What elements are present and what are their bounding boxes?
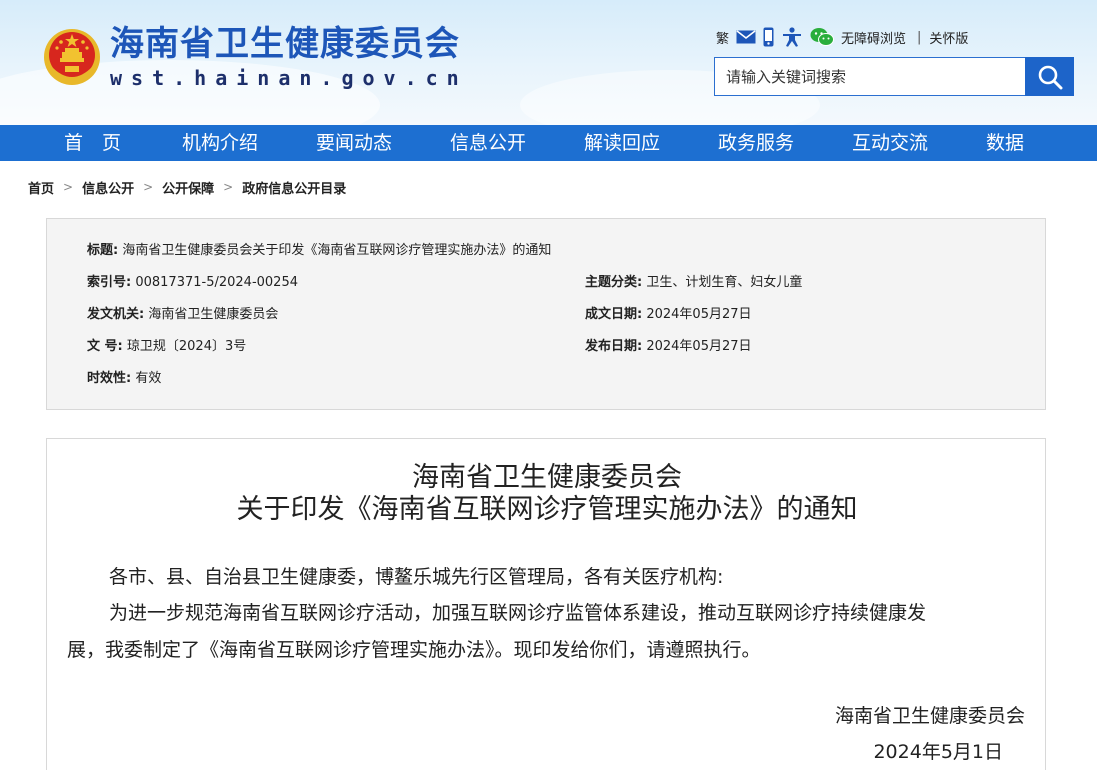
nav-item-interpretation[interactable]: 解读回应 <box>584 125 660 161</box>
breadcrumb-catalog[interactable]: 政府信息公开目录 <box>242 178 346 197</box>
site-domain[interactable]: wst.hainan.gov.cn <box>110 64 468 92</box>
document-signature-org: 海南省卫生健康委员会 <box>834 705 1025 727</box>
nav-item-home[interactable]: 首 页 <box>64 125 121 161</box>
mail-icon[interactable] <box>736 26 756 48</box>
nav-item-interaction[interactable]: 互动交流 <box>852 125 928 161</box>
meta-index-label: 索引号: <box>87 275 132 290</box>
breadcrumb-info-disclosure[interactable]: 信息公开 <box>82 178 134 197</box>
chevron-right-icon: > <box>223 180 234 194</box>
meta-doc-number-value: 琼卫规〔2024〕3号 <box>126 339 247 354</box>
toolbar-separator: | <box>917 29 922 45</box>
meta-title-label: 标题: <box>87 243 119 258</box>
accessible-browsing-link[interactable]: 无障碍浏览 <box>841 26 906 48</box>
meta-topic-label: 主题分类: <box>585 275 643 290</box>
document-signature-date: 2024年5月1日 <box>873 741 1003 763</box>
nav-item-services[interactable]: 政务服务 <box>718 125 794 161</box>
meta-published-value: 2024年05月27日 <box>646 339 752 354</box>
meta-published-label: 发布日期: <box>585 339 643 354</box>
meta-validity-label: 时效性: <box>87 371 132 386</box>
header-toolbar: 繁 无障碍浏览 | 关怀版 <box>716 26 975 48</box>
wechat-icon[interactable] <box>810 26 835 48</box>
search-input[interactable] <box>714 57 1025 96</box>
main-nav: 首 页 机构介绍 要闻动态 信息公开 解读回应 政务服务 互动交流 数据 <box>0 125 1097 161</box>
meta-title: 标题: 海南省卫生健康委员会关于印发《海南省互联网诊疗管理实施办法》的通知 <box>87 241 551 261</box>
breadcrumb: 首页 > 信息公开 > 公开保障 > 政府信息公开目录 <box>28 177 346 197</box>
meta-created-value: 2024年05月27日 <box>646 307 752 322</box>
search-bar <box>714 57 1074 96</box>
national-emblem-icon[interactable] <box>43 28 101 86</box>
document-metadata-box: 标题: 海南省卫生健康委员会关于印发《海南省互联网诊疗管理实施办法》的通知 索引… <box>46 218 1046 410</box>
meta-published-date: 发布日期: 2024年05月27日 <box>585 337 752 357</box>
document-title-line2: 关于印发《海南省互联网诊疗管理实施办法》的通知 <box>236 494 858 525</box>
chevron-right-icon: > <box>63 180 74 194</box>
nav-item-about[interactable]: 机构介绍 <box>182 125 258 161</box>
chevron-right-icon: > <box>143 180 154 194</box>
site-title[interactable]: 海南省卫生健康委员会 <box>110 22 460 66</box>
meta-index: 索引号: 00817371-5/2024-00254 <box>87 273 298 293</box>
search-button[interactable] <box>1025 57 1074 96</box>
meta-created-date: 成文日期: 2024年05月27日 <box>585 305 752 325</box>
breadcrumb-disclosure-guarantee[interactable]: 公开保障 <box>162 178 214 197</box>
meta-issuer: 发文机关: 海南省卫生健康委员会 <box>87 305 278 325</box>
meta-index-value: 00817371-5/2024-00254 <box>135 275 298 290</box>
meta-doc-number-label: 文 号: <box>87 339 123 354</box>
search-icon <box>1038 65 1062 89</box>
meta-created-label: 成文日期: <box>585 307 643 322</box>
nav-item-info-disclosure[interactable]: 信息公开 <box>450 125 526 161</box>
site-header: 海南省卫生健康委员会 wst.hainan.gov.cn 繁 无障碍浏览 | 关… <box>0 0 1097 125</box>
document-body-line2: 展，我委制定了《海南省互联网诊疗管理实施办法》。现印发给你们，请遵照执行。 <box>67 639 761 661</box>
meta-topic: 主题分类: 卫生、计划生育、妇女儿童 <box>585 273 802 293</box>
breadcrumb-home[interactable]: 首页 <box>28 178 54 197</box>
meta-topic-value: 卫生、计划生育、妇女儿童 <box>646 275 803 290</box>
care-mode-link[interactable]: 关怀版 <box>929 26 968 48</box>
meta-validity: 时效性: 有效 <box>87 369 161 389</box>
mobile-icon[interactable] <box>763 26 774 48</box>
document-salutation: 各市、县、自治县卫生健康委，博鳌乐城先行区管理局，各有关医疗机构: <box>109 566 724 588</box>
accessibility-icon[interactable] <box>781 26 803 48</box>
document-body-line1: 为进一步规范海南省互联网诊疗活动，加强互联网诊疗监管体系建设，推动互联网诊疗持续… <box>109 602 927 624</box>
meta-issuer-label: 发文机关: <box>87 307 145 322</box>
nav-item-data[interactable]: 数据 <box>986 125 1024 161</box>
meta-validity-value: 有效 <box>135 371 162 386</box>
meta-issuer-value: 海南省卫生健康委员会 <box>148 307 279 322</box>
nav-item-news[interactable]: 要闻动态 <box>316 125 392 161</box>
traditional-chinese-link[interactable]: 繁 <box>716 26 729 48</box>
document-content: 海南省卫生健康委员会 关于印发《海南省互联网诊疗管理实施办法》的通知 各市、县、… <box>46 438 1046 770</box>
meta-doc-number: 文 号: 琼卫规〔2024〕3号 <box>87 337 246 357</box>
meta-title-value: 海南省卫生健康委员会关于印发《海南省互联网诊疗管理实施办法》的通知 <box>122 243 552 258</box>
